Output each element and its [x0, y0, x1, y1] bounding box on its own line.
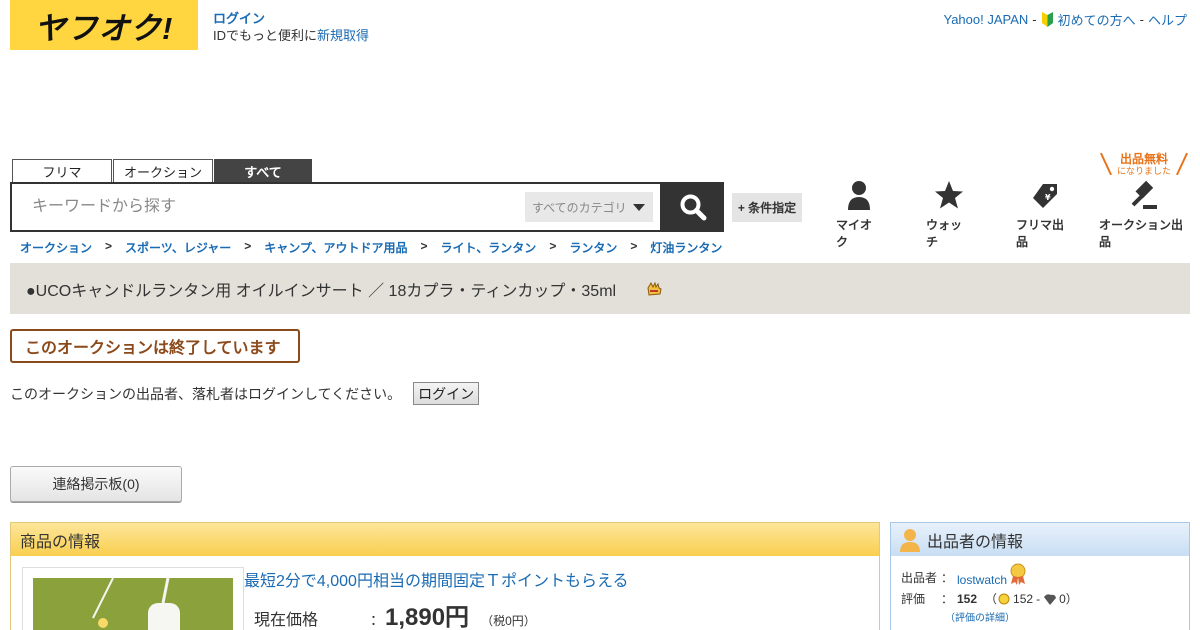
signup-link[interactable]: 新規取得: [317, 28, 369, 43]
seller-info-header: 出品者の情報: [891, 523, 1189, 556]
free-listing-badge: 出品無料 になりました: [1100, 152, 1188, 178]
current-price: 1,890円: [385, 604, 470, 630]
gavel-icon: [1131, 180, 1157, 209]
contact-board-button[interactable]: 連絡掲示板(0): [10, 466, 182, 502]
item-title: ●UCOキャンドルランタン用 オイルインサート ／ 18カプラ・ティンカップ・3…: [26, 282, 617, 300]
user-icon: [848, 181, 870, 210]
conditions-button[interactable]: + 条件指定: [732, 193, 802, 222]
seller-label: 出品者: [901, 570, 938, 585]
category-select[interactable]: すべてのカテゴリ: [525, 192, 653, 222]
nav-watch-label: ウォッチ: [926, 218, 963, 249]
beginners-link[interactable]: 初めての方へ: [1058, 10, 1136, 29]
login-link[interactable]: ログイン: [213, 10, 369, 27]
tpoint-promo-link[interactable]: 最短2分で4,000円相当の期間固定Ｔポイントもらえる: [244, 567, 628, 591]
login-box: ログイン IDでもっと便利に新規取得: [213, 10, 369, 44]
seller-info-title: 出品者の情報: [927, 533, 1024, 551]
nav-flea-listing-label: フリマ出品: [1016, 218, 1065, 249]
rating-dash: -: [1036, 591, 1041, 606]
login-prompt: IDでもっと便利に: [213, 28, 318, 43]
nav-auction-listing[interactable]: オークション出品: [1099, 180, 1189, 250]
breadcrumb-separator: >: [244, 239, 252, 253]
tax-amount: （税0円）: [481, 614, 536, 628]
colon: ：: [370, 612, 384, 628]
item-info-panel: 商品の情報 最短2分で4,000円相当の期間固定Ｔポイントもらえる 現在価格 ：…: [10, 522, 880, 630]
login-message: このオークションの出品者、落札者はログインしてください。: [10, 385, 402, 402]
bad-rating-icon: [1044, 593, 1057, 605]
search-input[interactable]: [32, 184, 512, 230]
breadcrumb-item[interactable]: スポーツ、レジャー: [125, 239, 231, 256]
user-icon: [900, 528, 920, 552]
paren-close: ）: [1065, 592, 1078, 606]
breadcrumb-item[interactable]: オークション: [20, 239, 92, 256]
login-message-row: このオークションの出品者、落札者はログインしてください。 ログイン: [10, 382, 480, 405]
breadcrumb-separator: >: [549, 239, 557, 253]
search-icon: [680, 194, 707, 221]
rating-good: 152: [1013, 591, 1034, 606]
yahuoku-logo[interactable]: ヤフオク!: [10, 0, 198, 50]
search-tabs: フリマ オークション すべて: [12, 159, 312, 183]
watch-hand-icon[interactable]: [646, 281, 662, 296]
svg-text:¥: ¥: [1045, 193, 1051, 202]
breadcrumb: オークション > スポーツ、レジャー > キャンプ、アウトドア用品 > ライト、…: [20, 239, 722, 256]
nav-flea-listing[interactable]: ¥ フリマ出品: [1016, 180, 1074, 250]
search-button[interactable]: [662, 182, 724, 232]
rating-total: 152: [957, 591, 978, 606]
breadcrumb-separator: >: [420, 239, 428, 253]
rating-label: 評価: [901, 592, 926, 606]
auction-ended-notice: このオークションは終了しています: [10, 329, 300, 363]
breadcrumb-item[interactable]: ライト、ランタン: [441, 239, 537, 256]
breadcrumb-separator: >: [630, 239, 638, 253]
good-rating-icon: [998, 593, 1010, 604]
beginner-mark-icon: [1041, 12, 1053, 27]
star-icon: [935, 181, 963, 209]
nav-myauc[interactable]: マイオク: [836, 180, 882, 250]
free-listing-line1: 出品無料: [1119, 152, 1168, 166]
rating-row: 評価 ： 152 （ 152 - 0 ）: [901, 590, 1078, 607]
tab-auction[interactable]: オークション: [113, 159, 213, 183]
rating-bad: 0: [1059, 591, 1066, 606]
chevron-down-icon: [633, 204, 645, 211]
category-label: すべてのカテゴリ: [532, 200, 627, 215]
nav-myauc-label: マイオク: [836, 218, 873, 249]
nav-auction-listing-label: オークション出品: [1099, 218, 1184, 249]
search-box: すべてのカテゴリ: [10, 182, 662, 232]
free-listing-line2: になりました: [1116, 166, 1171, 176]
breadcrumb-separator: >: [105, 239, 113, 253]
price-tag-icon: ¥: [1033, 184, 1057, 208]
help-link[interactable]: ヘルプ: [1148, 10, 1187, 29]
logo-text: ヤフオク!: [34, 10, 174, 46]
ribbon-badge-icon: [1010, 563, 1026, 585]
nav-watch[interactable]: ウォッチ: [926, 180, 972, 250]
breadcrumb-item[interactable]: キャンプ、アウトドア用品: [264, 239, 407, 256]
item-title-bar: ●UCOキャンドルランタン用 オイルインサート ／ 18カプラ・ティンカップ・3…: [10, 263, 1190, 314]
breadcrumb-item[interactable]: ランタン: [569, 239, 617, 256]
login-button[interactable]: ログイン: [413, 382, 480, 405]
colon: ：: [941, 570, 954, 585]
tab-flea[interactable]: フリマ: [12, 159, 112, 183]
item-thumbnail[interactable]: [22, 567, 244, 630]
item-image: [33, 578, 233, 630]
seller-row: 出品者 ： lostwatch: [901, 563, 1027, 587]
separator: -: [1139, 12, 1144, 27]
paren-open: （: [985, 592, 998, 606]
breadcrumb-item[interactable]: 灯油ランタン: [650, 239, 722, 256]
colon: ：: [941, 592, 954, 606]
top-links: Yahoo! JAPAN - 初めての方へ - ヘルプ: [943, 10, 1187, 29]
seller-name-link[interactable]: lostwatch: [957, 573, 1007, 587]
seller-info-panel: 出品者の情報 出品者 ： lostwatch 評価 ： 152 （ 152 - …: [890, 522, 1190, 630]
price-label: 現在価格: [254, 612, 319, 629]
item-info-header: 商品の情報: [11, 523, 879, 556]
rating-detail-link[interactable]: （評価の詳細）: [945, 609, 1015, 624]
yahoo-japan-link[interactable]: Yahoo! JAPAN: [943, 12, 1028, 27]
tab-all[interactable]: すべて: [214, 159, 312, 183]
separator: -: [1032, 12, 1037, 27]
price-row: 現在価格 ： 1,890円 （税0円）: [254, 597, 536, 630]
